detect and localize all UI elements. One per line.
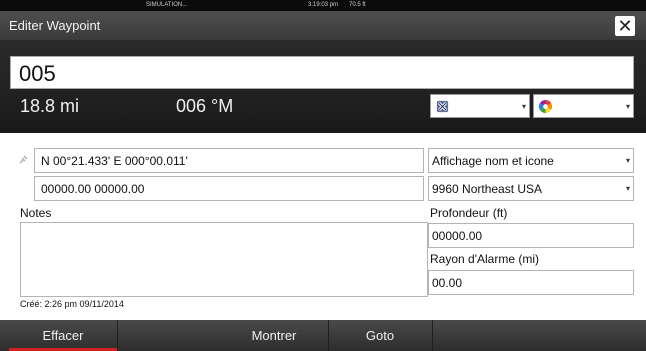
created-timestamp: Créé: 2:26 pm 09/11/2014 bbox=[20, 299, 124, 309]
coordinates-input[interactable]: N 00°21.433' E 000°00.011' bbox=[34, 148, 424, 173]
display-mode-select[interactable]: Affichage nom et icone ▾ bbox=[428, 148, 634, 173]
chart-region-value: 9960 Northeast USA bbox=[432, 182, 543, 196]
chevron-down-icon: ▾ bbox=[521, 102, 526, 111]
close-button[interactable]: ✕ bbox=[615, 16, 635, 36]
alarm-radius-label: Rayon d'Alarme (mi) bbox=[430, 252, 539, 266]
display-mode-value: Affichage nom et icone bbox=[432, 154, 554, 168]
waypoint-name-input[interactable]: 005 bbox=[10, 56, 634, 89]
depth-input[interactable]: 00000.00 bbox=[428, 223, 634, 248]
waypoint-color-select[interactable]: ▾ bbox=[533, 94, 634, 118]
waypoint-symbol-select[interactable]: ▾ bbox=[430, 94, 530, 118]
goto-button[interactable]: Goto bbox=[328, 320, 432, 351]
action-divider bbox=[117, 320, 118, 351]
dialog-title-bar: Editer Waypoint bbox=[0, 11, 646, 40]
depth-label: Profondeur (ft) bbox=[430, 206, 508, 220]
notes-label: Notes bbox=[20, 206, 52, 220]
show-button[interactable]: Montrer bbox=[220, 320, 328, 351]
chevron-down-icon: ▾ bbox=[625, 102, 630, 111]
waypoint-bearing: 006 °M bbox=[176, 96, 234, 116]
status-clock: 3:19:03 pm bbox=[308, 2, 339, 8]
simulation-indicator: SIMULATION... bbox=[146, 2, 188, 8]
satellite-icon bbox=[19, 155, 28, 164]
status-bar: SIMULATION... 3:19:03 pm 70.5 ft bbox=[0, 0, 646, 11]
waypoint-symbol-icon bbox=[436, 100, 449, 113]
waypoint-distance: 18.8 mi bbox=[20, 96, 80, 116]
dialog-title: Editer Waypoint bbox=[9, 18, 101, 33]
alt-coordinates-input[interactable]: 00000.00 00000.00 bbox=[34, 176, 424, 201]
chart-region-select[interactable]: 9960 Northeast USA ▾ bbox=[428, 176, 634, 201]
color-wheel-icon bbox=[538, 99, 553, 114]
delete-button[interactable]: Effacer bbox=[9, 320, 117, 351]
chevron-down-icon: ▾ bbox=[625, 184, 630, 193]
status-depth: 70.5 ft bbox=[349, 2, 366, 8]
notes-textarea[interactable] bbox=[20, 222, 428, 297]
chevron-down-icon: ▾ bbox=[625, 156, 630, 165]
close-icon: ✕ bbox=[617, 16, 633, 36]
alarm-radius-input[interactable]: 00.00 bbox=[428, 270, 634, 295]
action-divider bbox=[432, 320, 433, 351]
